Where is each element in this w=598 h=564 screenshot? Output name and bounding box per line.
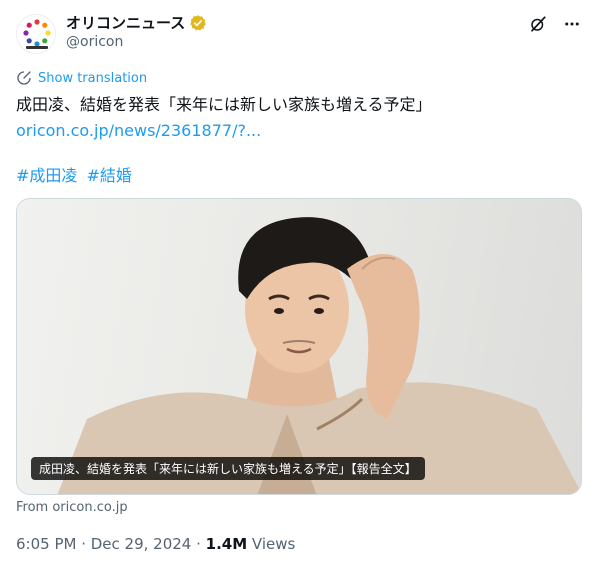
show-translation-label: Show translation	[38, 70, 148, 86]
name-row: オリコンニュース	[66, 12, 207, 33]
tweet-header: オリコンニュース @oricon	[16, 10, 582, 54]
tweet-meta: 6:05 PM · Dec 29, 2024 · 1.4M Views	[16, 535, 295, 553]
hashtag-narita-ryo[interactable]: #成田凌	[16, 166, 77, 185]
timestamp[interactable]: 6:05 PM · Dec 29, 2024 ·	[16, 535, 206, 553]
views-label: Views	[247, 535, 296, 553]
hashtags: #成田凌 #結婚	[16, 162, 136, 186]
portrait-photo	[57, 217, 581, 494]
avatar[interactable]	[16, 14, 56, 54]
grok-icon[interactable]	[528, 14, 548, 34]
card-caption: 成田凌、結婚を発表「来年には新しい家族も増える予定」【報告全文】	[31, 457, 425, 480]
handle[interactable]: @oricon	[66, 34, 123, 50]
display-name[interactable]: オリコンニュース	[66, 12, 185, 33]
header-actions	[528, 14, 582, 34]
link-card-image[interactable]: 成田凌、結婚を発表「来年には新しい家族も増える予定」【報告全文】	[16, 198, 582, 495]
more-icon[interactable]	[562, 14, 582, 34]
grok-glyph	[531, 16, 546, 32]
tweet-text: 成田凌、結婚を発表「来年には新しい家族も増える予定」 oricon.co.jp/…	[16, 92, 582, 144]
tweet-body: 成田凌、結婚を発表「来年には新しい家族も増える予定」	[16, 95, 432, 114]
oricon-news-logo	[23, 19, 51, 49]
views-count: 1.4M	[205, 535, 248, 553]
card-source[interactable]: From oricon.co.jp	[16, 500, 128, 515]
translate-icon	[17, 71, 31, 85]
more-glyph	[565, 22, 579, 26]
show-translation-button[interactable]: Show translation	[16, 70, 147, 86]
gold-verified-badge-icon	[190, 14, 207, 30]
hashtag-marriage[interactable]: #結婚	[87, 166, 132, 185]
tweet-link[interactable]: oricon.co.jp/news/2361877/?...	[16, 121, 261, 140]
